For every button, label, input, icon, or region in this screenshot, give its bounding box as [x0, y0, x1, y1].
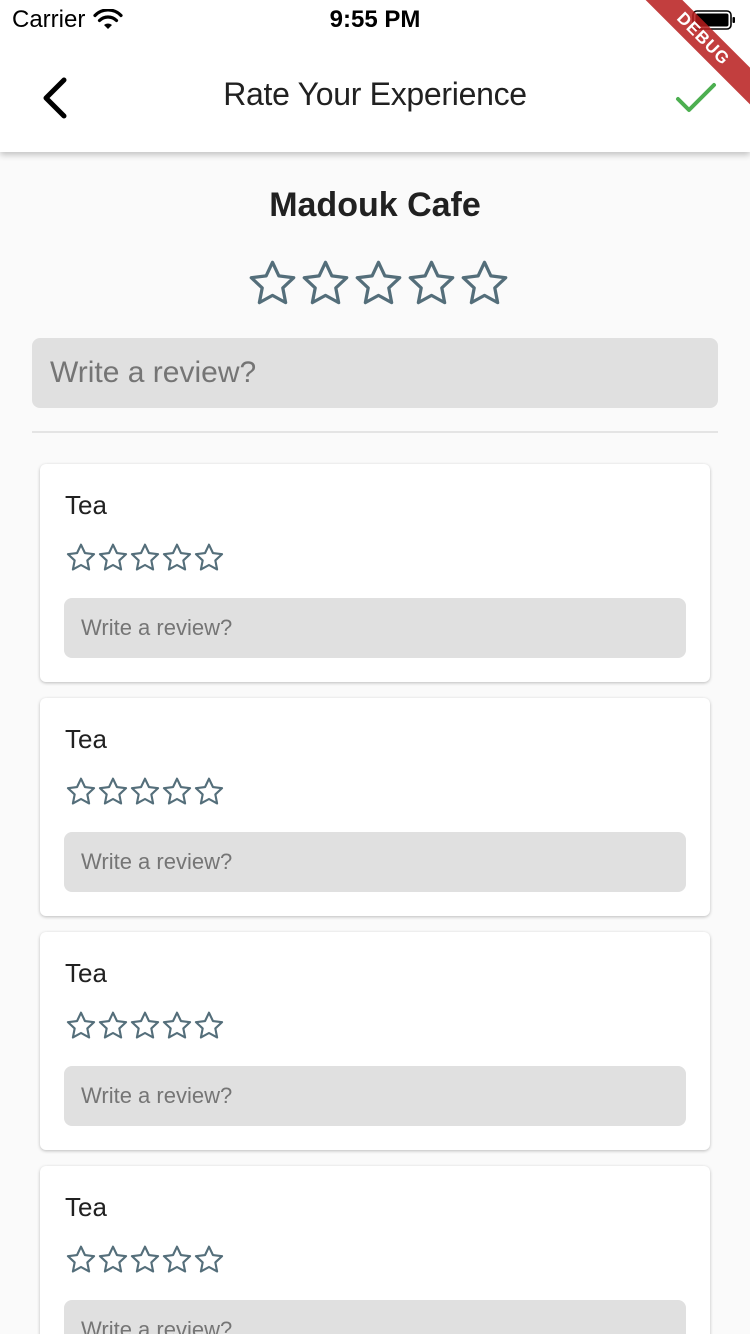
- battery-icon: [692, 10, 735, 30]
- star-icon[interactable]: [193, 542, 225, 574]
- star-icon[interactable]: [129, 542, 161, 574]
- star-icon[interactable]: [65, 1010, 97, 1042]
- star-icon[interactable]: [97, 1244, 129, 1276]
- item-review-input[interactable]: [64, 1300, 686, 1334]
- star-icon[interactable]: [193, 1244, 225, 1276]
- item-card: Tea: [40, 698, 710, 916]
- star-icon[interactable]: [246, 258, 299, 310]
- item-star-rating: [65, 776, 225, 808]
- place-review-input[interactable]: [32, 338, 718, 408]
- check-icon: [676, 83, 716, 112]
- item-name: Tea: [65, 724, 107, 754]
- star-icon[interactable]: [299, 258, 352, 310]
- item-card: Tea: [40, 464, 710, 682]
- star-icon[interactable]: [193, 776, 225, 808]
- divider: [32, 431, 718, 433]
- item-name: Tea: [65, 958, 107, 988]
- star-icon[interactable]: [193, 1010, 225, 1042]
- rate-experience-screen: Carrier 9:55 PM Rate Your Experience DEB…: [0, 0, 750, 1334]
- item-star-rating: [65, 1010, 225, 1042]
- item-card: Tea: [40, 1166, 710, 1334]
- item-review-input[interactable]: [64, 832, 686, 892]
- item-star-rating: [65, 1244, 225, 1276]
- star-icon[interactable]: [161, 1010, 193, 1042]
- submit-button[interactable]: [666, 68, 726, 128]
- item-review-input[interactable]: [64, 598, 686, 658]
- page-title: Rate Your Experience: [223, 76, 527, 112]
- star-icon[interactable]: [458, 258, 511, 310]
- star-icon[interactable]: [161, 776, 193, 808]
- status-time: 9:55 PM: [329, 6, 421, 33]
- star-icon[interactable]: [161, 1244, 193, 1276]
- item-name: Tea: [65, 490, 107, 520]
- place-name: Madouk Cafe: [269, 186, 481, 224]
- status-bar: Carrier 9:55 PM: [0, 0, 750, 42]
- star-icon[interactable]: [65, 542, 97, 574]
- item-review-input[interactable]: [64, 1066, 686, 1126]
- star-icon[interactable]: [129, 1244, 161, 1276]
- star-icon[interactable]: [129, 1010, 161, 1042]
- star-icon[interactable]: [352, 258, 405, 310]
- star-icon[interactable]: [65, 1244, 97, 1276]
- star-icon[interactable]: [97, 776, 129, 808]
- item-name: Tea: [65, 1192, 107, 1222]
- rating-content: Madouk Cafe Tea Tea Tea Tea: [0, 152, 750, 1334]
- star-icon[interactable]: [405, 258, 458, 310]
- star-icon[interactable]: [129, 776, 161, 808]
- star-icon[interactable]: [97, 1010, 129, 1042]
- app-bar: Rate Your Experience: [0, 42, 750, 152]
- star-icon[interactable]: [161, 542, 193, 574]
- place-star-rating: [246, 258, 511, 310]
- item-star-rating: [65, 542, 225, 574]
- item-card: Tea: [40, 932, 710, 1150]
- star-icon[interactable]: [97, 542, 129, 574]
- star-icon[interactable]: [65, 776, 97, 808]
